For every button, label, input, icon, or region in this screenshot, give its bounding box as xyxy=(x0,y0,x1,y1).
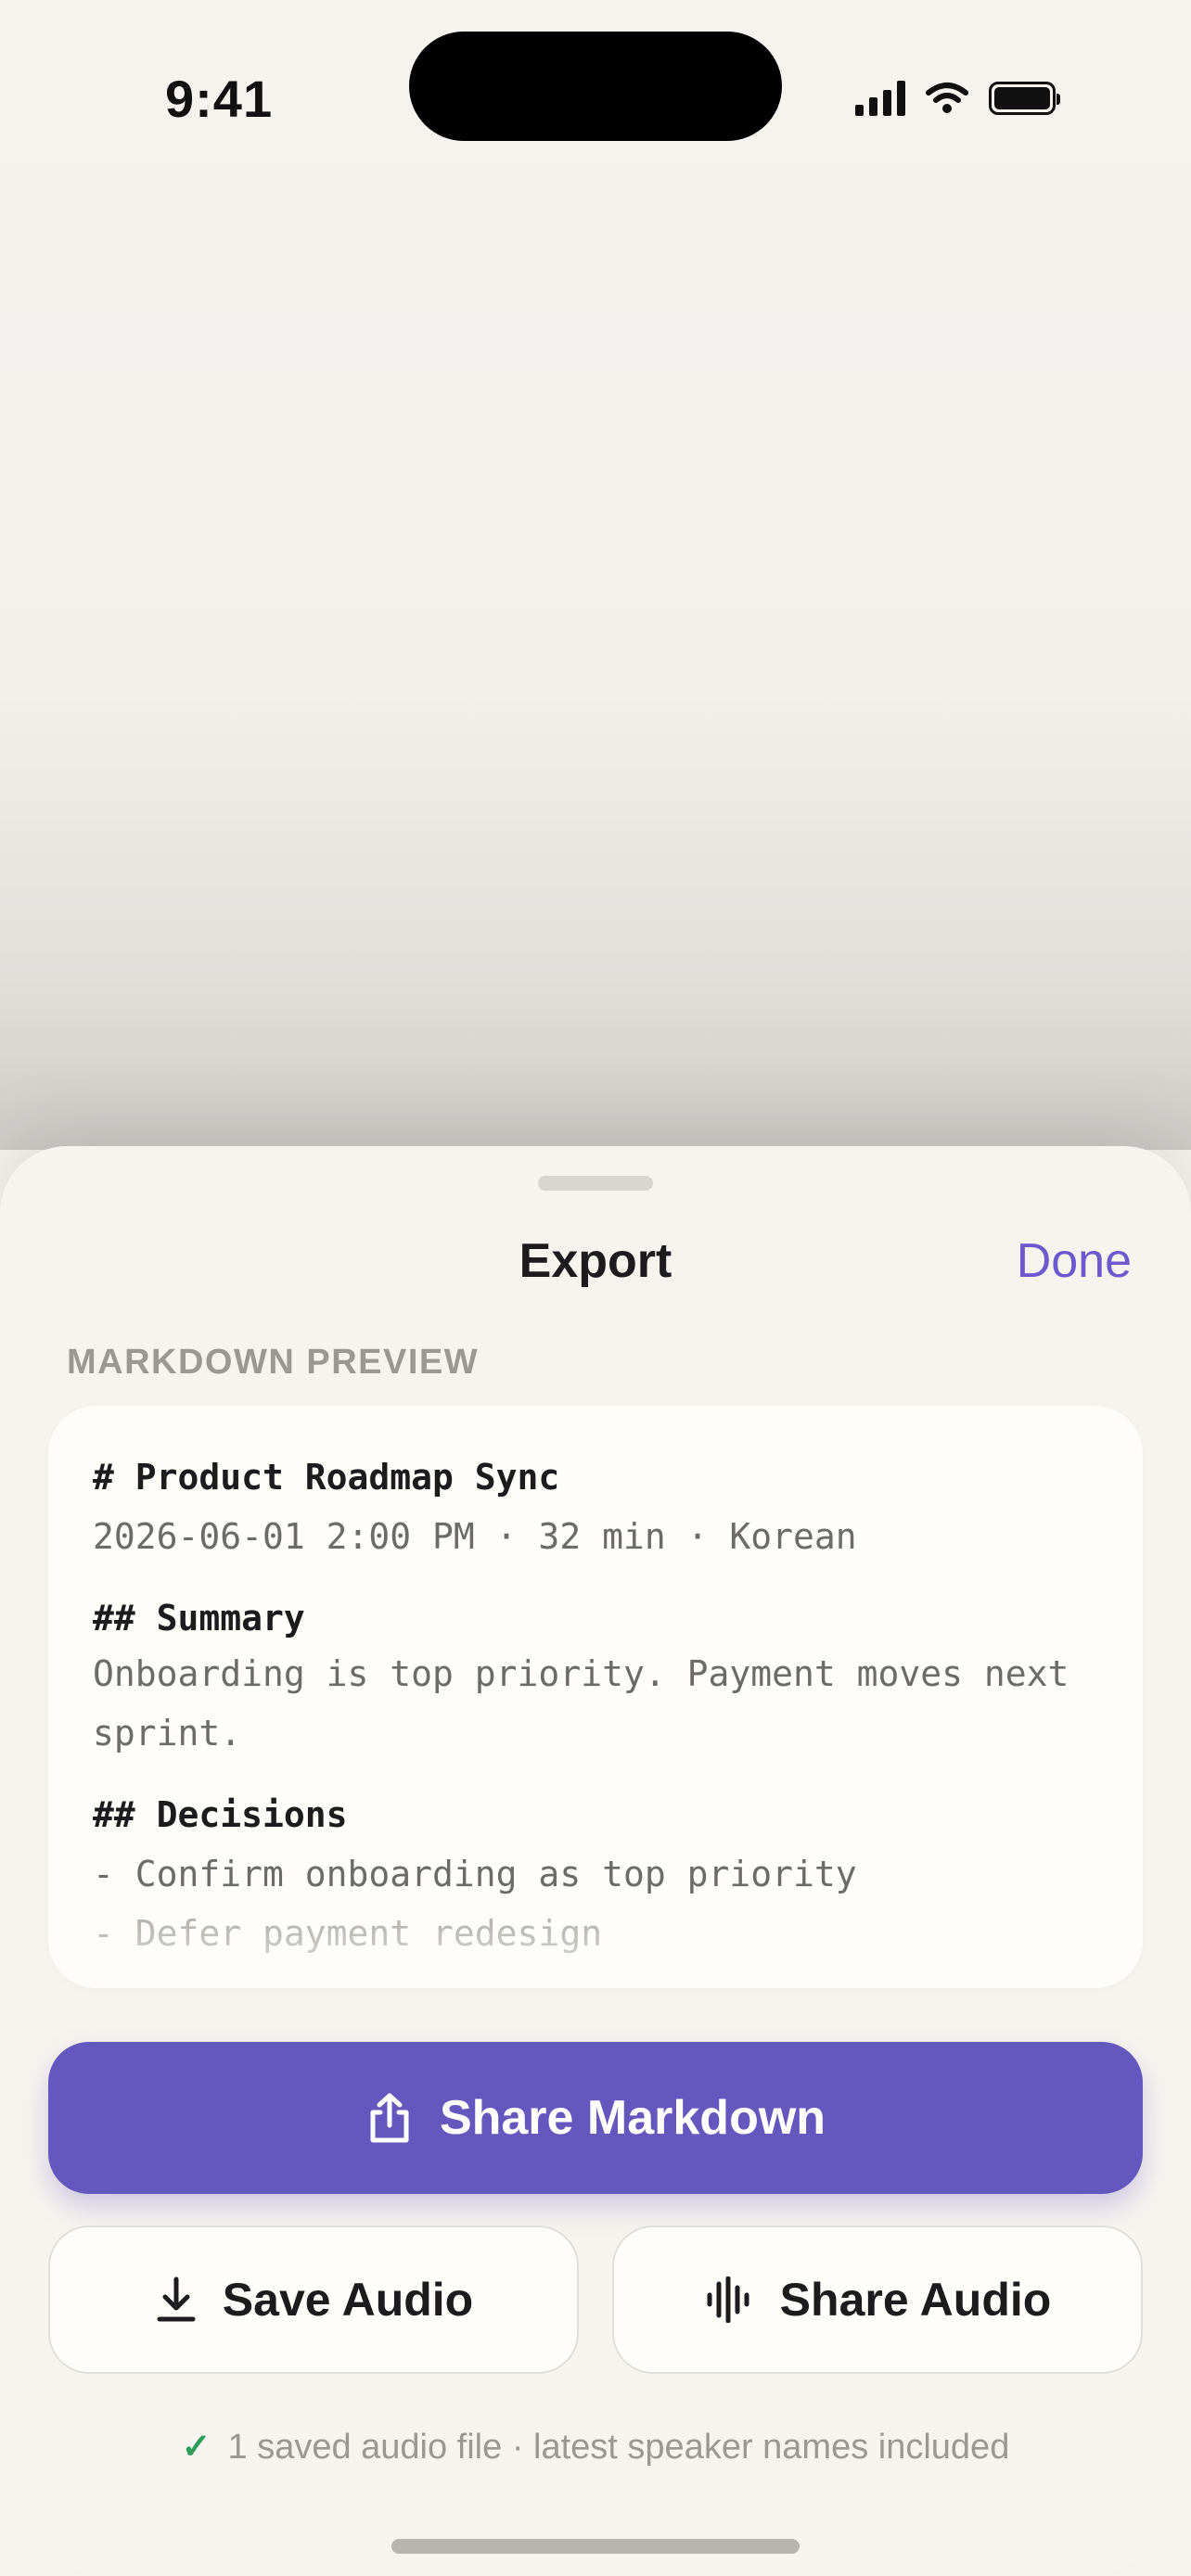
checkmark-icon: ✓ xyxy=(181,2428,211,2467)
preview-fade xyxy=(48,1923,1143,1988)
save-audio-button[interactable]: Save Audio xyxy=(48,2225,579,2374)
wifi-icon xyxy=(926,83,968,113)
footnote-text: 1 saved audio file · latest speaker name… xyxy=(227,2428,1010,2467)
md-line-title: # Product Roadmap Sync xyxy=(93,1457,560,1498)
share-icon xyxy=(370,2093,409,2143)
md-line-summary-1: Onboarding is top priority. Payment move… xyxy=(93,1653,1069,1694)
dimmed-backdrop[interactable] xyxy=(0,0,1191,1150)
export-footnote: ✓ 1 saved audio file · latest speaker nam… xyxy=(0,2426,1191,2468)
cellular-signal-icon xyxy=(855,81,905,116)
md-line-meta: 2026-06-01 2:00 PM · 32 min · Korean xyxy=(93,1516,857,1557)
share-markdown-label: Share Markdown xyxy=(439,2091,826,2145)
sheet-grabber[interactable] xyxy=(538,1176,653,1191)
status-icons xyxy=(855,78,1060,119)
section-label: MARKDOWN PREVIEW xyxy=(67,1343,480,1382)
done-button[interactable]: Done xyxy=(1017,1233,1132,1289)
export-sheet: Export Done MARKDOWN PREVIEW # Product R… xyxy=(0,1146,1191,2576)
md-line-decisions-heading: ## Decisions xyxy=(93,1794,348,1835)
share-markdown-button[interactable]: Share Markdown xyxy=(48,2042,1143,2194)
phone-screen: 9:41 Export Done MARKDOWN PREVIEW # Prod… xyxy=(0,0,1191,2576)
md-line-summary-heading: ## Summary xyxy=(93,1598,305,1639)
sheet-title: Export xyxy=(519,1234,672,1288)
markdown-preview-card[interactable]: # Product Roadmap Sync 2026-06-01 2:00 P… xyxy=(48,1406,1143,1988)
md-line-decision-1: - Confirm onboarding as top priority xyxy=(93,1854,857,1894)
share-audio-label: Share Audio xyxy=(779,2274,1052,2326)
dynamic-island xyxy=(409,32,782,141)
status-time: 9:41 xyxy=(165,70,274,128)
md-line-summary-2: sprint. xyxy=(93,1713,242,1753)
battery-icon xyxy=(989,82,1060,115)
save-audio-label: Save Audio xyxy=(222,2274,474,2326)
home-indicator[interactable] xyxy=(391,2539,800,2554)
waveform-icon xyxy=(707,2276,749,2323)
download-icon xyxy=(157,2276,196,2322)
share-audio-button[interactable]: Share Audio xyxy=(612,2225,1143,2374)
